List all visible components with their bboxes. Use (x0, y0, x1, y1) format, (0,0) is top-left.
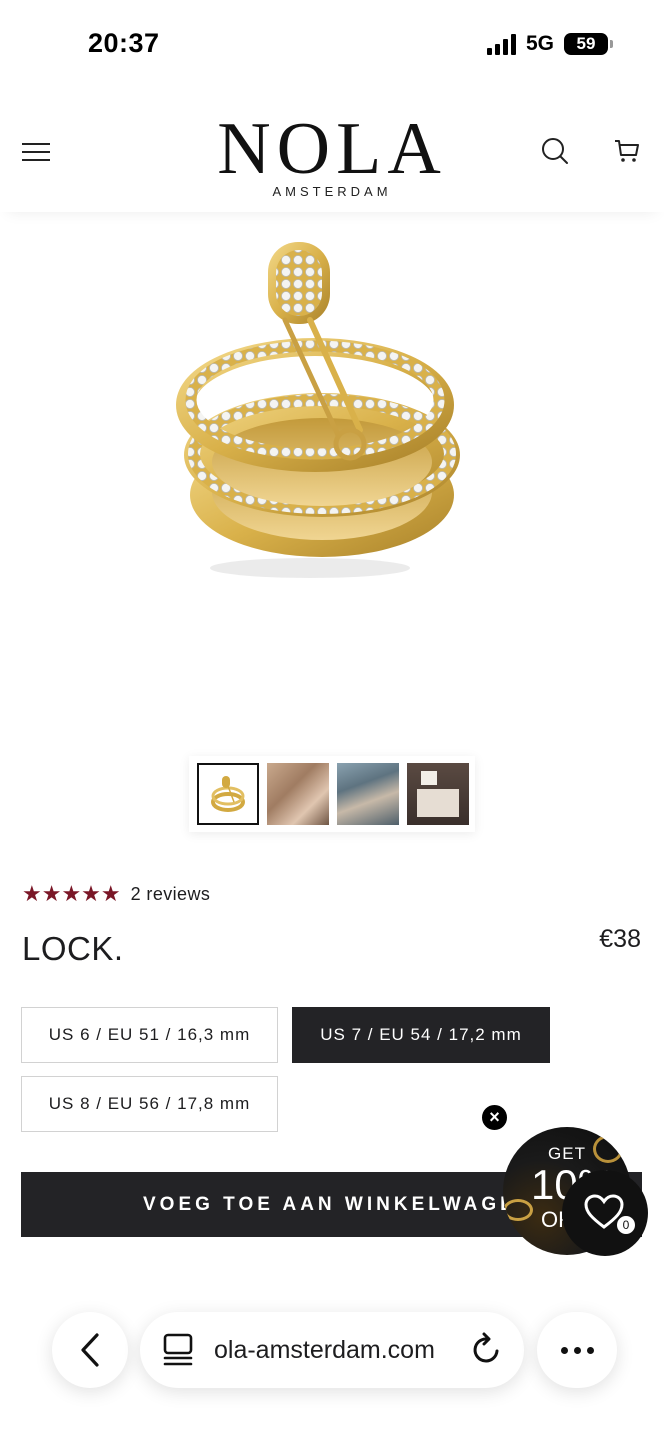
promo-ring-decoration (503, 1199, 533, 1221)
size-option-us7[interactable]: US 7 / EU 54 / 17,2 mm (292, 1007, 550, 1063)
network-label: 5G (525, 32, 554, 55)
tab-overview-icon (163, 1333, 193, 1366)
product-rating[interactable]: ★★★★★ 2 reviews (22, 883, 210, 905)
product-title: LOCK. (22, 930, 124, 967)
product-image-ring[interactable] (160, 230, 500, 590)
browser-address-bar[interactable]: ola-amsterdam.com (140, 1312, 524, 1388)
browser-more-icon[interactable] (537, 1312, 617, 1388)
wishlist-heart-icon[interactable]: 0 (562, 1170, 648, 1256)
reviews-count: 2 reviews (130, 883, 211, 904)
size-option-us6[interactable]: US 6 / EU 51 / 16,3 mm (21, 1007, 278, 1063)
thumbnail-hand-ring[interactable] (337, 763, 399, 825)
reload-icon[interactable] (470, 1332, 504, 1368)
battery-icon: 59 (564, 33, 613, 55)
thumbnail-ring-product[interactable] (197, 763, 259, 825)
status-time: 20:37 (88, 28, 160, 58)
promo-close-icon[interactable]: × (480, 1103, 509, 1132)
size-option-us8[interactable]: US 8 / EU 56 / 17,8 mm (21, 1076, 278, 1132)
thumbnail-strip (189, 756, 475, 832)
signal-icon (486, 33, 516, 55)
status-indicators: 5G 59 (486, 32, 613, 56)
status-bar: 20:37 5G 59 (0, 0, 664, 90)
browser-back-button[interactable] (52, 1312, 128, 1388)
chevron-left-icon (81, 1333, 99, 1367)
site-header: NOLA AMSTERDAM (0, 100, 664, 212)
thumbnail-model-face[interactable] (267, 763, 329, 825)
search-icon[interactable] (540, 136, 570, 166)
brand-subtitle: AMSTERDAM (272, 184, 392, 199)
cart-icon[interactable] (612, 136, 642, 166)
product-price: €38 (599, 925, 641, 953)
wishlist-count-badge: 0 (615, 1214, 637, 1236)
thumbnail-packaging[interactable] (407, 763, 469, 825)
rating-stars-icon: ★★★★★ (22, 881, 121, 906)
browser-url: ola-amsterdam.com (214, 1336, 435, 1364)
